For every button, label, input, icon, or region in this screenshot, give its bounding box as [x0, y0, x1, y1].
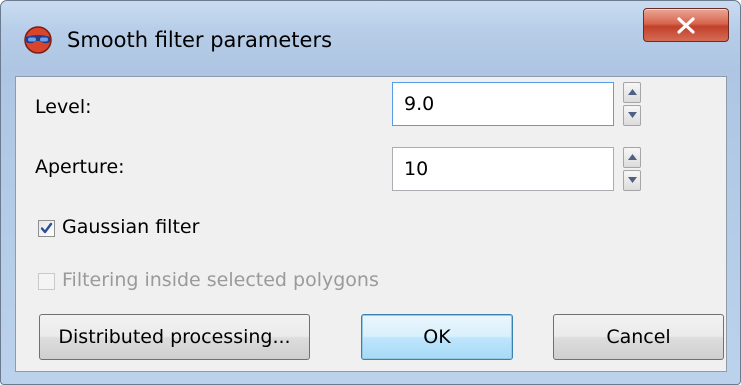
- dialog-body: Level: Aperture: Gaussian filter: [15, 76, 727, 372]
- close-icon: [677, 17, 695, 34]
- level-spin-up-button[interactable]: [623, 82, 641, 103]
- gaussian-filter-checkbox[interactable]: [38, 220, 55, 237]
- gaussian-filter-label[interactable]: Gaussian filter: [62, 216, 199, 238]
- distributed-processing-button[interactable]: Distributed processing...: [39, 314, 310, 360]
- aperture-spin-up-button[interactable]: [623, 147, 641, 168]
- cancel-button[interactable]: Cancel: [553, 314, 724, 360]
- aperture-input[interactable]: [392, 147, 614, 191]
- arrow-down-icon: [628, 112, 637, 118]
- level-label: Level:: [35, 96, 92, 118]
- filter-inside-polygons-label: Filtering inside selected polygons: [62, 269, 379, 291]
- arrow-up-icon: [628, 89, 637, 95]
- window-title: Smooth filter parameters: [67, 28, 333, 52]
- glasses-icon: [23, 25, 53, 55]
- level-spin-down-button[interactable]: [623, 105, 641, 126]
- arrow-up-icon: [628, 154, 637, 160]
- filter-inside-polygons-checkbox[interactable]: [38, 273, 55, 290]
- level-spinner: [623, 82, 641, 126]
- aperture-label: Aperture:: [35, 156, 125, 178]
- dialog-window: Smooth filter parameters Level: Aperture…: [0, 0, 741, 385]
- aperture-spin-down-button[interactable]: [623, 170, 641, 191]
- arrow-down-icon: [628, 177, 637, 183]
- title-bar[interactable]: Smooth filter parameters: [1, 1, 740, 77]
- close-button[interactable]: [643, 8, 729, 42]
- checkmark-icon: [40, 222, 53, 234]
- ok-button[interactable]: OK: [361, 314, 513, 360]
- aperture-spinner: [623, 147, 641, 191]
- level-input[interactable]: [392, 82, 614, 126]
